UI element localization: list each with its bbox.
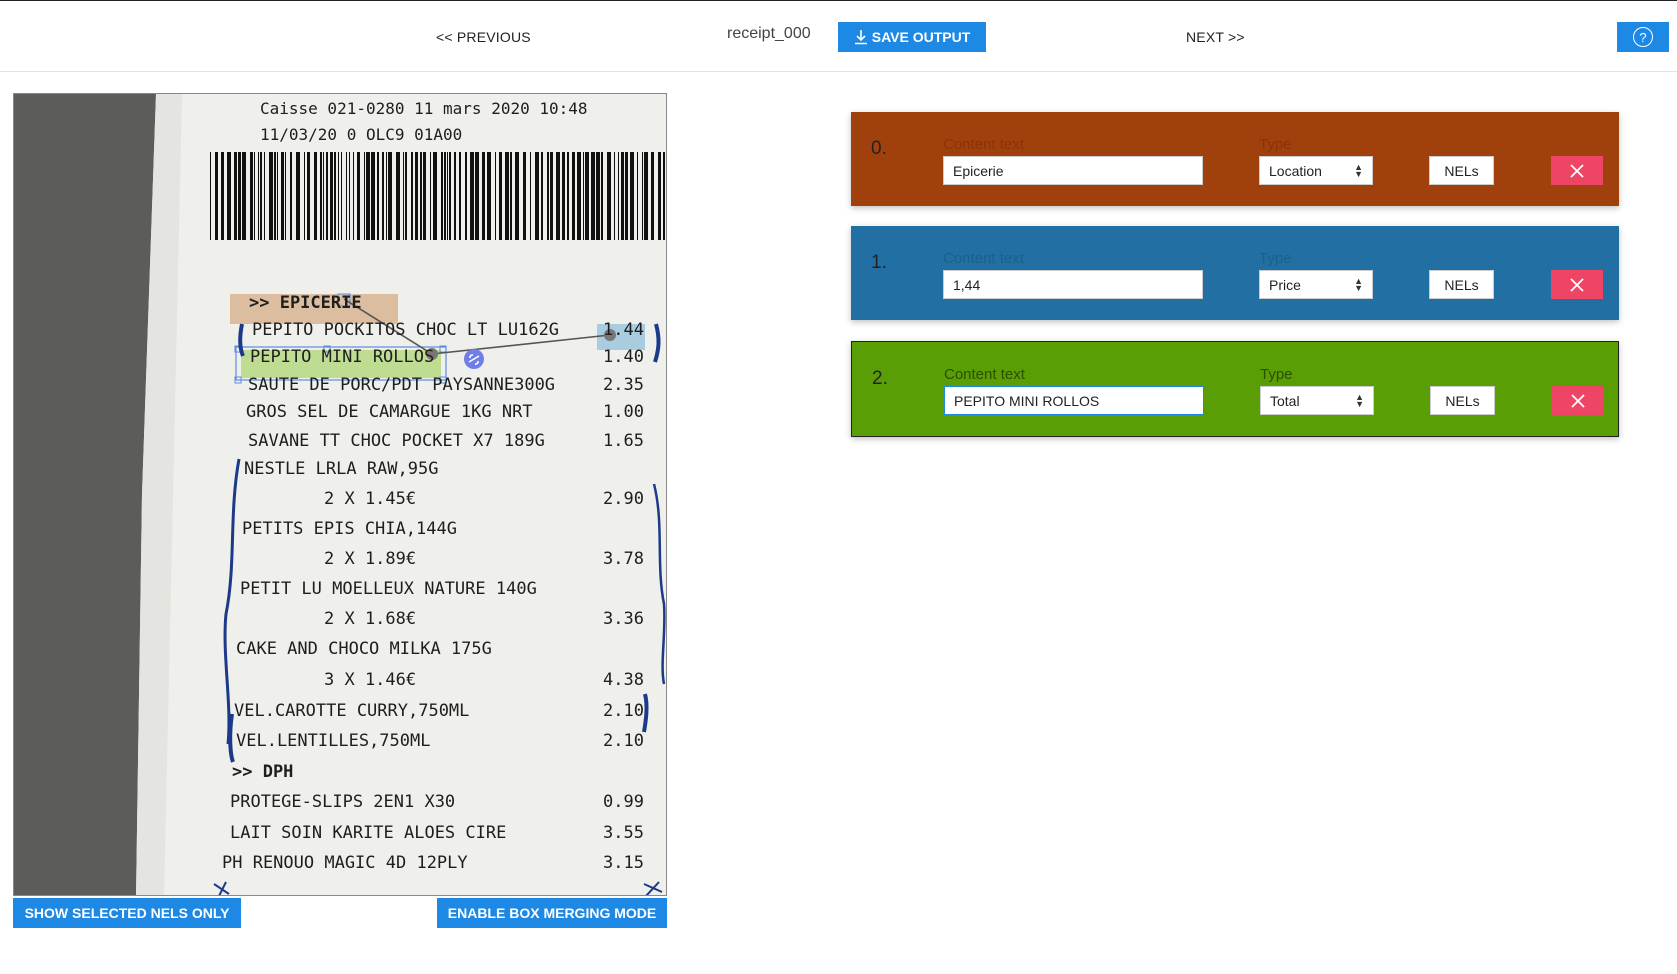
- content-text-input[interactable]: Epicerie: [943, 156, 1203, 185]
- receipt-line: 2 X 1.68€: [324, 609, 416, 629]
- receipt-line: 3 X 1.46€: [324, 670, 416, 690]
- receipt-line: VEL.CAROTTE CURRY,750ML: [234, 701, 469, 721]
- receipt-line: NESTLE LRLA RAW,95G: [244, 459, 438, 479]
- type-label: Type: [1260, 366, 1293, 383]
- entity-card: 1. Content text 1,44 Type Price ▲ ▼ NELs: [851, 226, 1619, 320]
- content-text-label: Content text: [943, 250, 1024, 267]
- previous-button[interactable]: << PREVIOUS: [436, 29, 531, 45]
- receipt-price: 2.10: [603, 701, 644, 721]
- save-output-button[interactable]: SAVE OUTPUT: [838, 22, 986, 52]
- receipt-price: 1.44: [603, 320, 644, 340]
- type-select-value: Price: [1269, 276, 1301, 293]
- delete-entity-button[interactable]: [1551, 270, 1603, 299]
- delete-entity-button[interactable]: [1551, 156, 1603, 185]
- receipt-line: 11/03/20 0 OLC9 01A00: [260, 125, 462, 144]
- receipt-line: PETIT LU MOELLEUX NATURE 140G: [240, 579, 537, 599]
- receipt-price: 4.38: [603, 670, 644, 690]
- next-button[interactable]: NEXT >>: [1186, 29, 1245, 45]
- close-icon: [1570, 163, 1584, 178]
- help-icon: ?: [1633, 27, 1653, 47]
- select-arrows-icon: ▲ ▼: [1354, 161, 1363, 179]
- receipt-price: 3.78: [603, 549, 644, 569]
- receipt-price: 3.55: [603, 823, 644, 843]
- receipt-price: 1.65: [603, 431, 644, 451]
- receipt-line: PEPITO MINI ROLLOS: [250, 347, 434, 367]
- receipt-price: 1.40: [603, 347, 644, 367]
- receipt-line: GROS SEL DE CAMARGUE 1KG NRT: [246, 402, 533, 422]
- receipt-image[interactable]: Caisse 021-0280 11 mars 2020 10:48 11/03…: [13, 93, 667, 896]
- download-icon: [854, 30, 867, 45]
- help-button[interactable]: ?: [1617, 22, 1669, 52]
- receipt-line: PROTEGE-SLIPS 2EN1 X30: [230, 792, 455, 812]
- receipt-line: PH RENOUO MAGIC 4D 12PLY: [222, 853, 468, 873]
- type-select-value: Location: [1269, 162, 1322, 179]
- receipt-line: >> DPH: [232, 762, 293, 782]
- receipt-price: 3.15: [603, 853, 644, 873]
- type-select[interactable]: Price ▲ ▼: [1259, 270, 1373, 299]
- entity-index: 1.: [871, 252, 887, 273]
- save-output-label: SAVE OUTPUT: [871, 29, 971, 45]
- receipt-price: 2.90: [603, 489, 644, 509]
- receipt-line: LAIT SOIN KARITE ALOES CIRE: [230, 823, 506, 843]
- entity-index: 0.: [871, 138, 887, 159]
- receipt-canvas: Caisse 021-0280 11 mars 2020 10:48 11/03…: [14, 94, 666, 895]
- top-toolbar: << PREVIOUS receipt_000 SAVE OUTPUT NEXT…: [0, 0, 1677, 72]
- type-select[interactable]: Location ▲ ▼: [1259, 156, 1373, 185]
- type-select-value: Total: [1270, 392, 1300, 409]
- receipt-line: PETITS EPIS CHIA,144G: [242, 519, 457, 539]
- show-selected-nels-button[interactable]: SHOW SELECTED NELS ONLY: [13, 898, 241, 928]
- receipt-line: VEL.LENTILLES,750ML: [236, 731, 430, 751]
- select-arrows-icon: ▲ ▼: [1355, 391, 1364, 409]
- receipt-line: SAUTE DE PORC/PDT PAYSANNE300G: [248, 375, 555, 395]
- close-icon: [1570, 277, 1584, 292]
- enable-box-merging-button[interactable]: ENABLE BOX MERGING MODE: [437, 898, 667, 928]
- nels-button[interactable]: NELs: [1429, 270, 1494, 299]
- receipt-price: 1.00: [603, 402, 644, 422]
- close-icon: [1571, 393, 1585, 408]
- entity-index: 2.: [872, 368, 888, 389]
- receipt-line: Caisse 021-0280 11 mars 2020 10:48: [260, 99, 588, 118]
- receipt-line: >> EPICERIE: [249, 293, 362, 313]
- receipt-price: 3.36: [603, 609, 644, 629]
- receipt-line: 2 X 1.45€: [324, 489, 416, 509]
- type-label: Type: [1259, 250, 1292, 267]
- content-text-input[interactable]: PEPITO MINI ROLLOS: [944, 386, 1204, 415]
- content-text-input[interactable]: 1,44: [943, 270, 1203, 299]
- file-name: receipt_000: [727, 25, 811, 42]
- nels-button[interactable]: NELs: [1429, 156, 1494, 185]
- nels-button[interactable]: NELs: [1430, 386, 1495, 415]
- delete-entity-button[interactable]: [1552, 386, 1604, 415]
- entity-card: 0. Content text Epicerie Type Location ▲ ▼ NELs: [851, 112, 1619, 206]
- receipt-price: 2.10: [603, 731, 644, 751]
- receipt-line: CAKE AND CHOCO MILKA 175G: [236, 639, 492, 659]
- content-text-label: Content text: [944, 366, 1025, 383]
- receipt-line: SAVANE TT CHOC POCKET X7 189G: [248, 431, 545, 451]
- type-label: Type: [1259, 136, 1292, 153]
- receipt-price: 0.99: [603, 792, 644, 812]
- entity-card: 2. Content text PEPITO MINI ROLLOS Type Tota…: [851, 341, 1619, 437]
- receipt-price: 2.35: [603, 375, 644, 395]
- type-select[interactable]: Total ▲ ▼: [1260, 386, 1374, 415]
- receipt-line: PEPITO POCKITOS CHOC LT LU162G: [252, 320, 559, 340]
- receipt-line: 2 X 1.89€: [324, 549, 416, 569]
- select-arrows-icon: ▲ ▼: [1354, 275, 1363, 293]
- content-text-label: Content text: [943, 136, 1024, 153]
